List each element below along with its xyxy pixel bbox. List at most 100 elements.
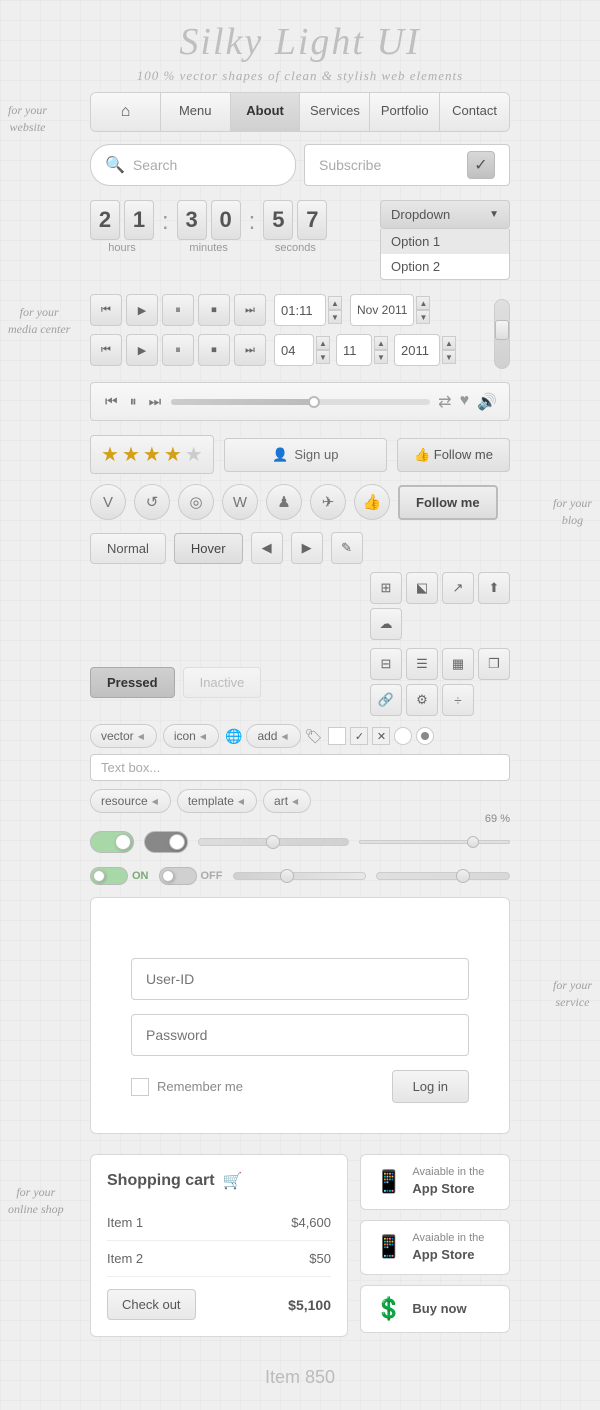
- nav-home[interactable]: ⌂: [91, 93, 161, 131]
- icon-grid2-6[interactable]: ⚙: [406, 684, 438, 716]
- grid-btn-2[interactable]: ⬕: [406, 572, 438, 604]
- spin-up2[interactable]: ▲: [416, 296, 430, 310]
- star-3[interactable]: ★: [143, 442, 161, 467]
- signup-button[interactable]: 👤 Sign up: [224, 438, 387, 472]
- social-run[interactable]: ♟: [266, 484, 302, 520]
- icon-grid2-3[interactable]: ▦: [442, 648, 474, 680]
- nav-about[interactable]: About: [231, 93, 301, 131]
- radio-checked[interactable]: [416, 727, 434, 745]
- app-store-btn-2[interactable]: 📱 Avaiable in the App Store: [360, 1220, 510, 1276]
- social-dribbble[interactable]: ◎: [178, 484, 214, 520]
- year-input[interactable]: 2011: [394, 334, 440, 366]
- media-stop2[interactable]: ⏹: [198, 334, 230, 366]
- heart-icon[interactable]: ♥: [460, 392, 470, 412]
- checkbox-circle-empty[interactable]: [394, 727, 412, 745]
- nav-portfolio[interactable]: Portfolio: [370, 93, 440, 131]
- star-2[interactable]: ★: [122, 442, 140, 467]
- tag-template[interactable]: template: [177, 789, 257, 813]
- player-next[interactable]: ⏭: [147, 391, 164, 412]
- star-4[interactable]: ★: [164, 442, 182, 467]
- social-refresh[interactable]: ↺: [134, 484, 170, 520]
- password-input[interactable]: [131, 1014, 469, 1056]
- social-send[interactable]: ✈: [310, 484, 346, 520]
- media-play1[interactable]: ▶: [126, 294, 158, 326]
- volume-icon[interactable]: 🔊: [477, 392, 497, 412]
- normal-button[interactable]: Normal: [90, 533, 166, 564]
- grid-btn-5[interactable]: ☁: [370, 608, 402, 640]
- toggle-on[interactable]: [90, 867, 128, 885]
- app-store-btn-1[interactable]: 📱 Avaiable in the App Store: [360, 1154, 510, 1210]
- spin-down5[interactable]: ▼: [442, 350, 456, 364]
- tag-vector[interactable]: vector: [90, 724, 157, 748]
- progress-bar[interactable]: [171, 399, 430, 405]
- text-box[interactable]: Text box...: [90, 754, 510, 781]
- media-prev2[interactable]: ⏮: [90, 334, 122, 366]
- nav-contact[interactable]: Contact: [440, 93, 509, 131]
- follow-button-2[interactable]: Follow me: [398, 485, 498, 520]
- h-slider-1[interactable]: [198, 838, 349, 846]
- spin-down1[interactable]: ▼: [328, 310, 342, 324]
- toggle-2[interactable]: [144, 831, 188, 853]
- spin-up3[interactable]: ▲: [316, 336, 330, 350]
- date-input1[interactable]: Nov 2011: [350, 294, 414, 326]
- media-stop1[interactable]: ⏹: [198, 294, 230, 326]
- checkbox-empty[interactable]: [328, 727, 346, 745]
- tag-add[interactable]: add: [246, 724, 300, 748]
- spin-up5[interactable]: ▲: [442, 336, 456, 350]
- remember-checkbox[interactable]: [131, 1078, 149, 1096]
- icon-grid2-7[interactable]: ÷: [442, 684, 474, 716]
- checkbox-x[interactable]: ✕: [372, 727, 390, 745]
- icon-grid2-5[interactable]: 🔗: [370, 684, 402, 716]
- userid-input[interactable]: [131, 958, 469, 1000]
- player-prev[interactable]: ⏮: [103, 391, 120, 412]
- media-pause2[interactable]: ⏸: [162, 334, 194, 366]
- social-vimeo[interactable]: V: [90, 484, 126, 520]
- grid-btn-1[interactable]: ⊞: [370, 572, 402, 604]
- icon-grid2-4[interactable]: ❐: [478, 648, 510, 680]
- vertical-slider[interactable]: [494, 299, 510, 369]
- nav-services[interactable]: Services: [300, 93, 370, 131]
- toggle-1[interactable]: [90, 831, 134, 853]
- media-next2[interactable]: ⏭: [234, 334, 266, 366]
- grid-btn-3[interactable]: ↗: [442, 572, 474, 604]
- edit-icon-button[interactable]: ✎: [331, 532, 363, 564]
- subscribe-box[interactable]: Subscribe ✓: [304, 144, 510, 186]
- thin-slider[interactable]: [359, 840, 510, 844]
- star-1[interactable]: ★: [101, 442, 119, 467]
- h-slider-2[interactable]: [233, 872, 367, 880]
- toggle-off[interactable]: [159, 867, 197, 885]
- buy-now-btn[interactable]: 💲 Buy now: [360, 1285, 510, 1333]
- spin-up1[interactable]: ▲: [328, 296, 342, 310]
- login-button[interactable]: Log in: [392, 1070, 469, 1103]
- shuffle-icon[interactable]: ⇄: [438, 392, 451, 412]
- dropdown-option-1[interactable]: Option 1: [381, 229, 509, 254]
- spin-down2[interactable]: ▼: [416, 310, 430, 324]
- tag-art[interactable]: art: [263, 789, 311, 813]
- prev-icon-button[interactable]: ◀: [251, 532, 283, 564]
- subscribe-button[interactable]: ✓: [467, 151, 495, 179]
- media-prev1[interactable]: ⏮: [90, 294, 122, 326]
- dropdown-button[interactable]: Dropdown ▼: [380, 200, 510, 229]
- social-wordpress[interactable]: W: [222, 484, 258, 520]
- icon-grid2-1[interactable]: ⊟: [370, 648, 402, 680]
- tag-resource[interactable]: resource: [90, 789, 171, 813]
- grid-btn-4[interactable]: ⬆: [478, 572, 510, 604]
- next-icon-button[interactable]: ▶: [291, 532, 323, 564]
- spin-up4[interactable]: ▲: [374, 336, 388, 350]
- hover-button[interactable]: Hover: [174, 533, 243, 564]
- media-next1[interactable]: ⏭: [234, 294, 266, 326]
- star-5[interactable]: ★: [185, 442, 203, 467]
- tag-icon[interactable]: icon: [163, 724, 219, 748]
- nav-menu[interactable]: Menu: [161, 93, 231, 131]
- social-share[interactable]: 👍: [354, 484, 390, 520]
- search-box[interactable]: 🔍 Search: [90, 144, 296, 186]
- h-slider-3[interactable]: [376, 872, 510, 880]
- follow-button-1[interactable]: 👍 Follow me: [397, 438, 510, 472]
- icon-grid2-2[interactable]: ☰: [406, 648, 438, 680]
- player-pause[interactable]: ⏸: [128, 391, 139, 412]
- month-input[interactable]: 11: [336, 334, 372, 366]
- pressed-button[interactable]: Pressed: [90, 667, 175, 698]
- media-pause1[interactable]: ⏸: [162, 294, 194, 326]
- spin-down3[interactable]: ▼: [316, 350, 330, 364]
- spin-down4[interactable]: ▼: [374, 350, 388, 364]
